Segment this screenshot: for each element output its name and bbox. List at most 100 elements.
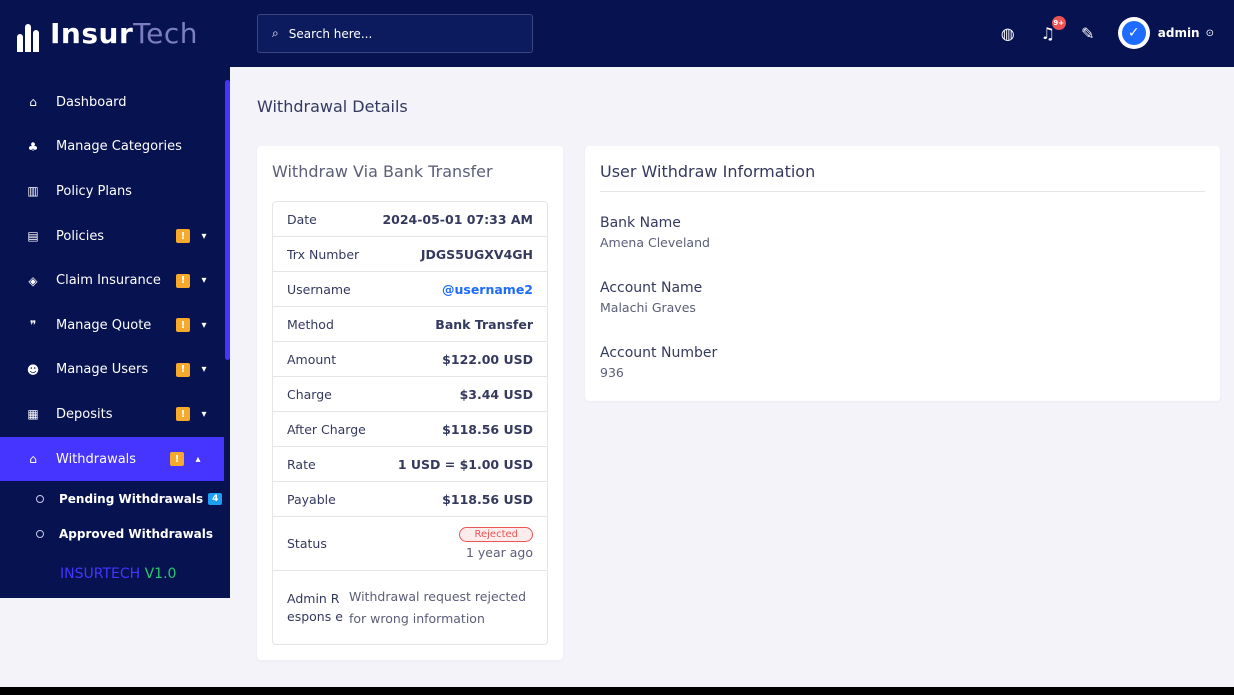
chevron-down-icon[interactable]: ⊙ (1206, 28, 1214, 39)
topbar-actions: ◍ ♫ 9+ ✎ ✓ admin ⊙ (998, 15, 1214, 50)
card-title: User Withdraw Information (600, 162, 816, 181)
sidebar-item-policy-plans[interactable]: ▥ Policy Plans (0, 169, 230, 214)
field-label: Account Name (600, 280, 703, 296)
sidebar-item-approved-withdrawals[interactable]: Approved Withdrawals (0, 516, 230, 551)
status-time: 1 year ago (465, 545, 533, 560)
sidebar-item-label: Deposits (56, 406, 113, 422)
search-input[interactable] (288, 26, 509, 41)
row-value: 1 USD = $1.00 USD (397, 456, 533, 472)
row-label: Method (287, 316, 334, 332)
row-label: Rate (287, 456, 316, 472)
row-label: Admin Respons e (287, 590, 343, 624)
info-field: Account Number 936 (600, 345, 717, 380)
detail-list: Date 2024-05-01 07:33 AM Trx Number JDGS5U… (272, 201, 548, 645)
check-icon: ✓ (1121, 21, 1146, 45)
row-value: $118.56 USD (442, 421, 533, 437)
sidebar-item-manage-users[interactable]: ☻ Manage Users ! ▾ (0, 348, 230, 393)
row-value: $3.44 USD (459, 386, 533, 402)
chevron-down-icon: ▾ (201, 275, 207, 287)
sidebar-item-label: Dashboard (56, 94, 127, 110)
notification-badge: 9+ (1051, 15, 1066, 30)
row-label: After Charge (287, 421, 366, 437)
sidebar-item-manage-categories[interactable]: ♣ Manage Categories (0, 125, 230, 170)
row-value: 2024-05-01 07:33 AM (382, 211, 533, 227)
list-item: Status Rejected 1 year ago (273, 517, 547, 571)
sidebar-item-dashboard[interactable]: ⌂ Dashboard (0, 80, 230, 125)
info-field: Bank Name Amena Cleveland (600, 215, 710, 250)
row-value: Bank Transfer (435, 316, 533, 332)
row-label: Username (287, 281, 351, 297)
globe-icon[interactable]: ◍ (998, 24, 1018, 43)
user-name[interactable]: admin (1158, 26, 1200, 40)
chevron-up-icon: ▴ (195, 453, 201, 465)
card-title: Withdraw Via Bank Transfer (272, 162, 493, 181)
users-icon: ☻ (26, 362, 40, 377)
status-badge: Rejected (459, 527, 533, 542)
field-label: Bank Name (600, 215, 681, 231)
row-label: Date (287, 211, 317, 227)
chevron-down-icon: ▾ (201, 230, 207, 242)
admin-response: Withdrawal request rejected for wrong in… (349, 588, 527, 626)
sidebar-item-label: Manage Quote (56, 317, 152, 333)
status-wrap: Rejected 1 year ago (459, 527, 533, 560)
warning-badge: ! (170, 452, 184, 467)
list-item: Trx Number JDGS5UGXV4GH (273, 237, 547, 272)
search-box: ⌕ (257, 14, 533, 53)
sidebar-item-label: Manage Users (56, 362, 149, 378)
row-value: $122.00 USD (442, 351, 533, 367)
withdraw-details-card: Withdraw Via Bank Transfer Date 2024-05-0… (257, 146, 563, 660)
list-item: Rate 1 USD = $1.00 USD (273, 447, 547, 482)
list-item: Method Bank Transfer (273, 307, 547, 342)
sidebar-item-deposits[interactable]: ▦ Deposits ! ▾ (0, 392, 230, 437)
sidebar-item-label: Pending Withdrawals (59, 491, 204, 506)
circle-icon (36, 529, 44, 538)
field-label: Account Number (600, 345, 718, 361)
list-item: Username @username2 (273, 272, 547, 307)
circle-icon (36, 494, 44, 503)
username-link[interactable]: @username2 (442, 282, 533, 297)
list-item: Admin Respons e Withdrawal request rejec… (273, 571, 547, 644)
brand[interactable]: InsurTech (0, 0, 230, 67)
chevron-down-icon: ▾ (201, 319, 207, 331)
count-badge: 4 (208, 492, 223, 505)
sidebar-item-label: Withdrawals (56, 451, 137, 467)
sidebar-item-withdrawals[interactable]: ⌂ Withdrawals ! ▴ (0, 436, 224, 482)
sidebar-item-label: Policies (56, 228, 105, 244)
sidebar-item-claim-insurance[interactable]: ◈ Claim Insurance ! ▾ (0, 258, 230, 303)
list-item: Charge $3.44 USD (273, 377, 547, 412)
chevron-down-icon: ▾ (201, 408, 207, 420)
chart-icon: ▥ (27, 184, 39, 199)
row-label: Amount (287, 351, 337, 367)
bank-icon: ⌂ (29, 452, 37, 467)
wrench-icon[interactable]: ✎ (1078, 24, 1098, 43)
sidebar-item-pending-withdrawals[interactable]: Pending Withdrawals 4 (0, 481, 230, 516)
version-label: INSURTECH V1.0 (60, 566, 177, 582)
row-label: Charge (287, 386, 332, 402)
avatar[interactable]: ✓ (1117, 17, 1150, 49)
tree-icon: ♣ (27, 139, 39, 154)
warning-badge: ! (176, 318, 190, 333)
shield-icon: ◈ (28, 273, 38, 288)
list-item: After Charge $118.56 USD (273, 412, 547, 447)
row-value: $118.56 USD (442, 491, 533, 507)
row-label: Status (287, 536, 327, 551)
sidebar-item-label: Claim Insurance (56, 273, 161, 289)
sidebar-item-label: Manage Categories (56, 139, 182, 155)
bell-icon[interactable]: ♫ 9+ (1038, 15, 1066, 43)
row-label: Trx Number (287, 246, 360, 262)
list-item: Amount $122.00 USD (273, 342, 547, 377)
sidebar: InsurTech ⌂ Dashboard ♣ Manage Categorie… (0, 0, 230, 598)
quote-icon: ❞ (29, 318, 37, 333)
sidebar-item-label: Policy Plans (56, 183, 132, 199)
sidebar-item-policies[interactable]: ▤ Policies ! ▾ (0, 214, 230, 259)
sidebar-item-manage-quote[interactable]: ❞ Manage Quote ! ▾ (0, 303, 230, 348)
search-icon: ⌕ (272, 26, 279, 40)
warning-badge: ! (176, 229, 190, 244)
sidebar-item-label: Approved Withdrawals (59, 526, 214, 541)
row-label: Payable (287, 491, 336, 507)
row-value: JDGS5UGXV4GH (420, 246, 533, 262)
chevron-down-icon: ▾ (201, 364, 207, 376)
warning-badge: ! (176, 273, 190, 288)
home-icon: ⌂ (29, 95, 37, 110)
topbar: ⌕ ◍ ♫9+ ✎ ✓ admin ⊙ (230, 0, 1234, 67)
